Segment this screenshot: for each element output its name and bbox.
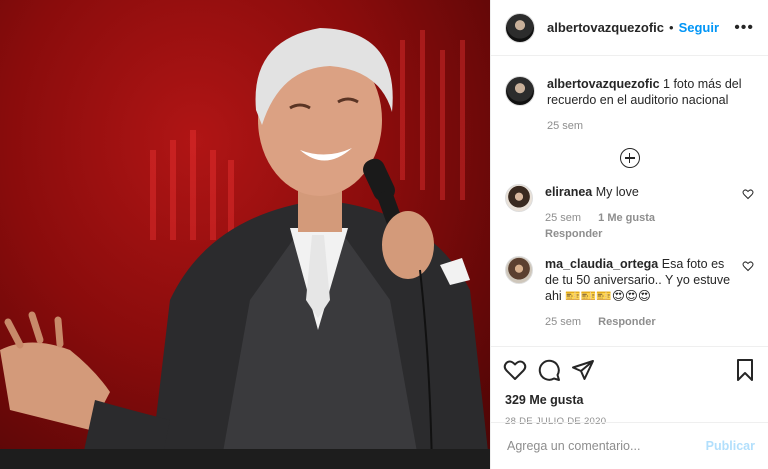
comment-meta: 25 sem Responder — [545, 314, 736, 330]
author-username[interactable]: albertovazquezofic — [547, 20, 664, 35]
comment-text: My love — [595, 185, 639, 199]
caption-time[interactable]: 25 sem — [547, 120, 583, 132]
instagram-post: albertovazquezofic • Seguir ••• albertov… — [0, 0, 768, 469]
add-comment-bar: Publicar — [491, 422, 768, 468]
list-item: eliranea My love 25 sem 1 Me gusta Respo… — [505, 184, 754, 242]
comment-input[interactable] — [505, 437, 706, 454]
concert-photo-illustration — [0, 28, 490, 469]
caption-username[interactable]: albertovazquezofic — [547, 77, 660, 91]
comment-meta: 25 sem 1 Me gusta Responder — [545, 210, 736, 242]
comment-likes[interactable]: 1 Me gusta — [598, 212, 655, 224]
bookmark-icon[interactable] — [733, 358, 757, 382]
share-icon[interactable] — [571, 358, 595, 382]
caption-body: albertovazquezofic 1 foto más del recuer… — [547, 76, 754, 134]
caption-meta: 25 sem — [547, 118, 754, 134]
commenter-avatar[interactable] — [505, 256, 533, 284]
header-separator: • — [669, 20, 674, 35]
post-actions: 329 Me gusta 28 DE JULIO DE 2020 Publica… — [491, 346, 768, 468]
comment-heart-icon[interactable] — [742, 188, 754, 200]
comment-time[interactable]: 25 sem — [545, 212, 581, 224]
comment-icon[interactable] — [537, 358, 561, 382]
post-header: albertovazquezofic • Seguir ••• — [491, 0, 768, 56]
action-icons — [491, 347, 768, 385]
comment-body: eliranea My love 25 sem 1 Me gusta Respo… — [545, 184, 736, 242]
publish-button[interactable]: Publicar — [706, 439, 755, 453]
likes-count[interactable]: 329 Me gusta — [491, 385, 768, 407]
comment-username[interactable]: eliranea — [545, 185, 592, 199]
post-caption: albertovazquezofic 1 foto más del recuer… — [505, 76, 754, 134]
comment-body: ma_claudia_ortega Esa foto es de tu 50 a… — [545, 256, 736, 330]
post-sidebar: albertovazquezofic • Seguir ••• albertov… — [490, 0, 768, 469]
reply-button[interactable]: Responder — [598, 316, 655, 328]
author-avatar[interactable] — [505, 12, 535, 43]
comment-username[interactable]: ma_claudia_ortega — [545, 257, 658, 271]
follow-button[interactable]: Seguir — [679, 20, 719, 35]
comments-list[interactable]: albertovazquezofic 1 foto más del recuer… — [491, 56, 768, 346]
list-item: ma_claudia_ortega Esa foto es de tu 50 a… — [505, 256, 754, 330]
comment-time[interactable]: 25 sem — [545, 316, 581, 328]
photo-bottom-edge — [0, 449, 490, 469]
load-more-comments-icon[interactable] — [619, 148, 640, 168]
reply-button[interactable]: Responder — [545, 228, 602, 240]
commenter-avatar[interactable] — [505, 184, 533, 212]
post-photo[interactable] — [0, 0, 490, 469]
more-options-icon[interactable]: ••• — [734, 19, 754, 37]
caption-avatar[interactable] — [505, 76, 535, 106]
comment-heart-icon[interactable] — [742, 260, 754, 272]
heart-icon[interactable] — [503, 358, 527, 382]
